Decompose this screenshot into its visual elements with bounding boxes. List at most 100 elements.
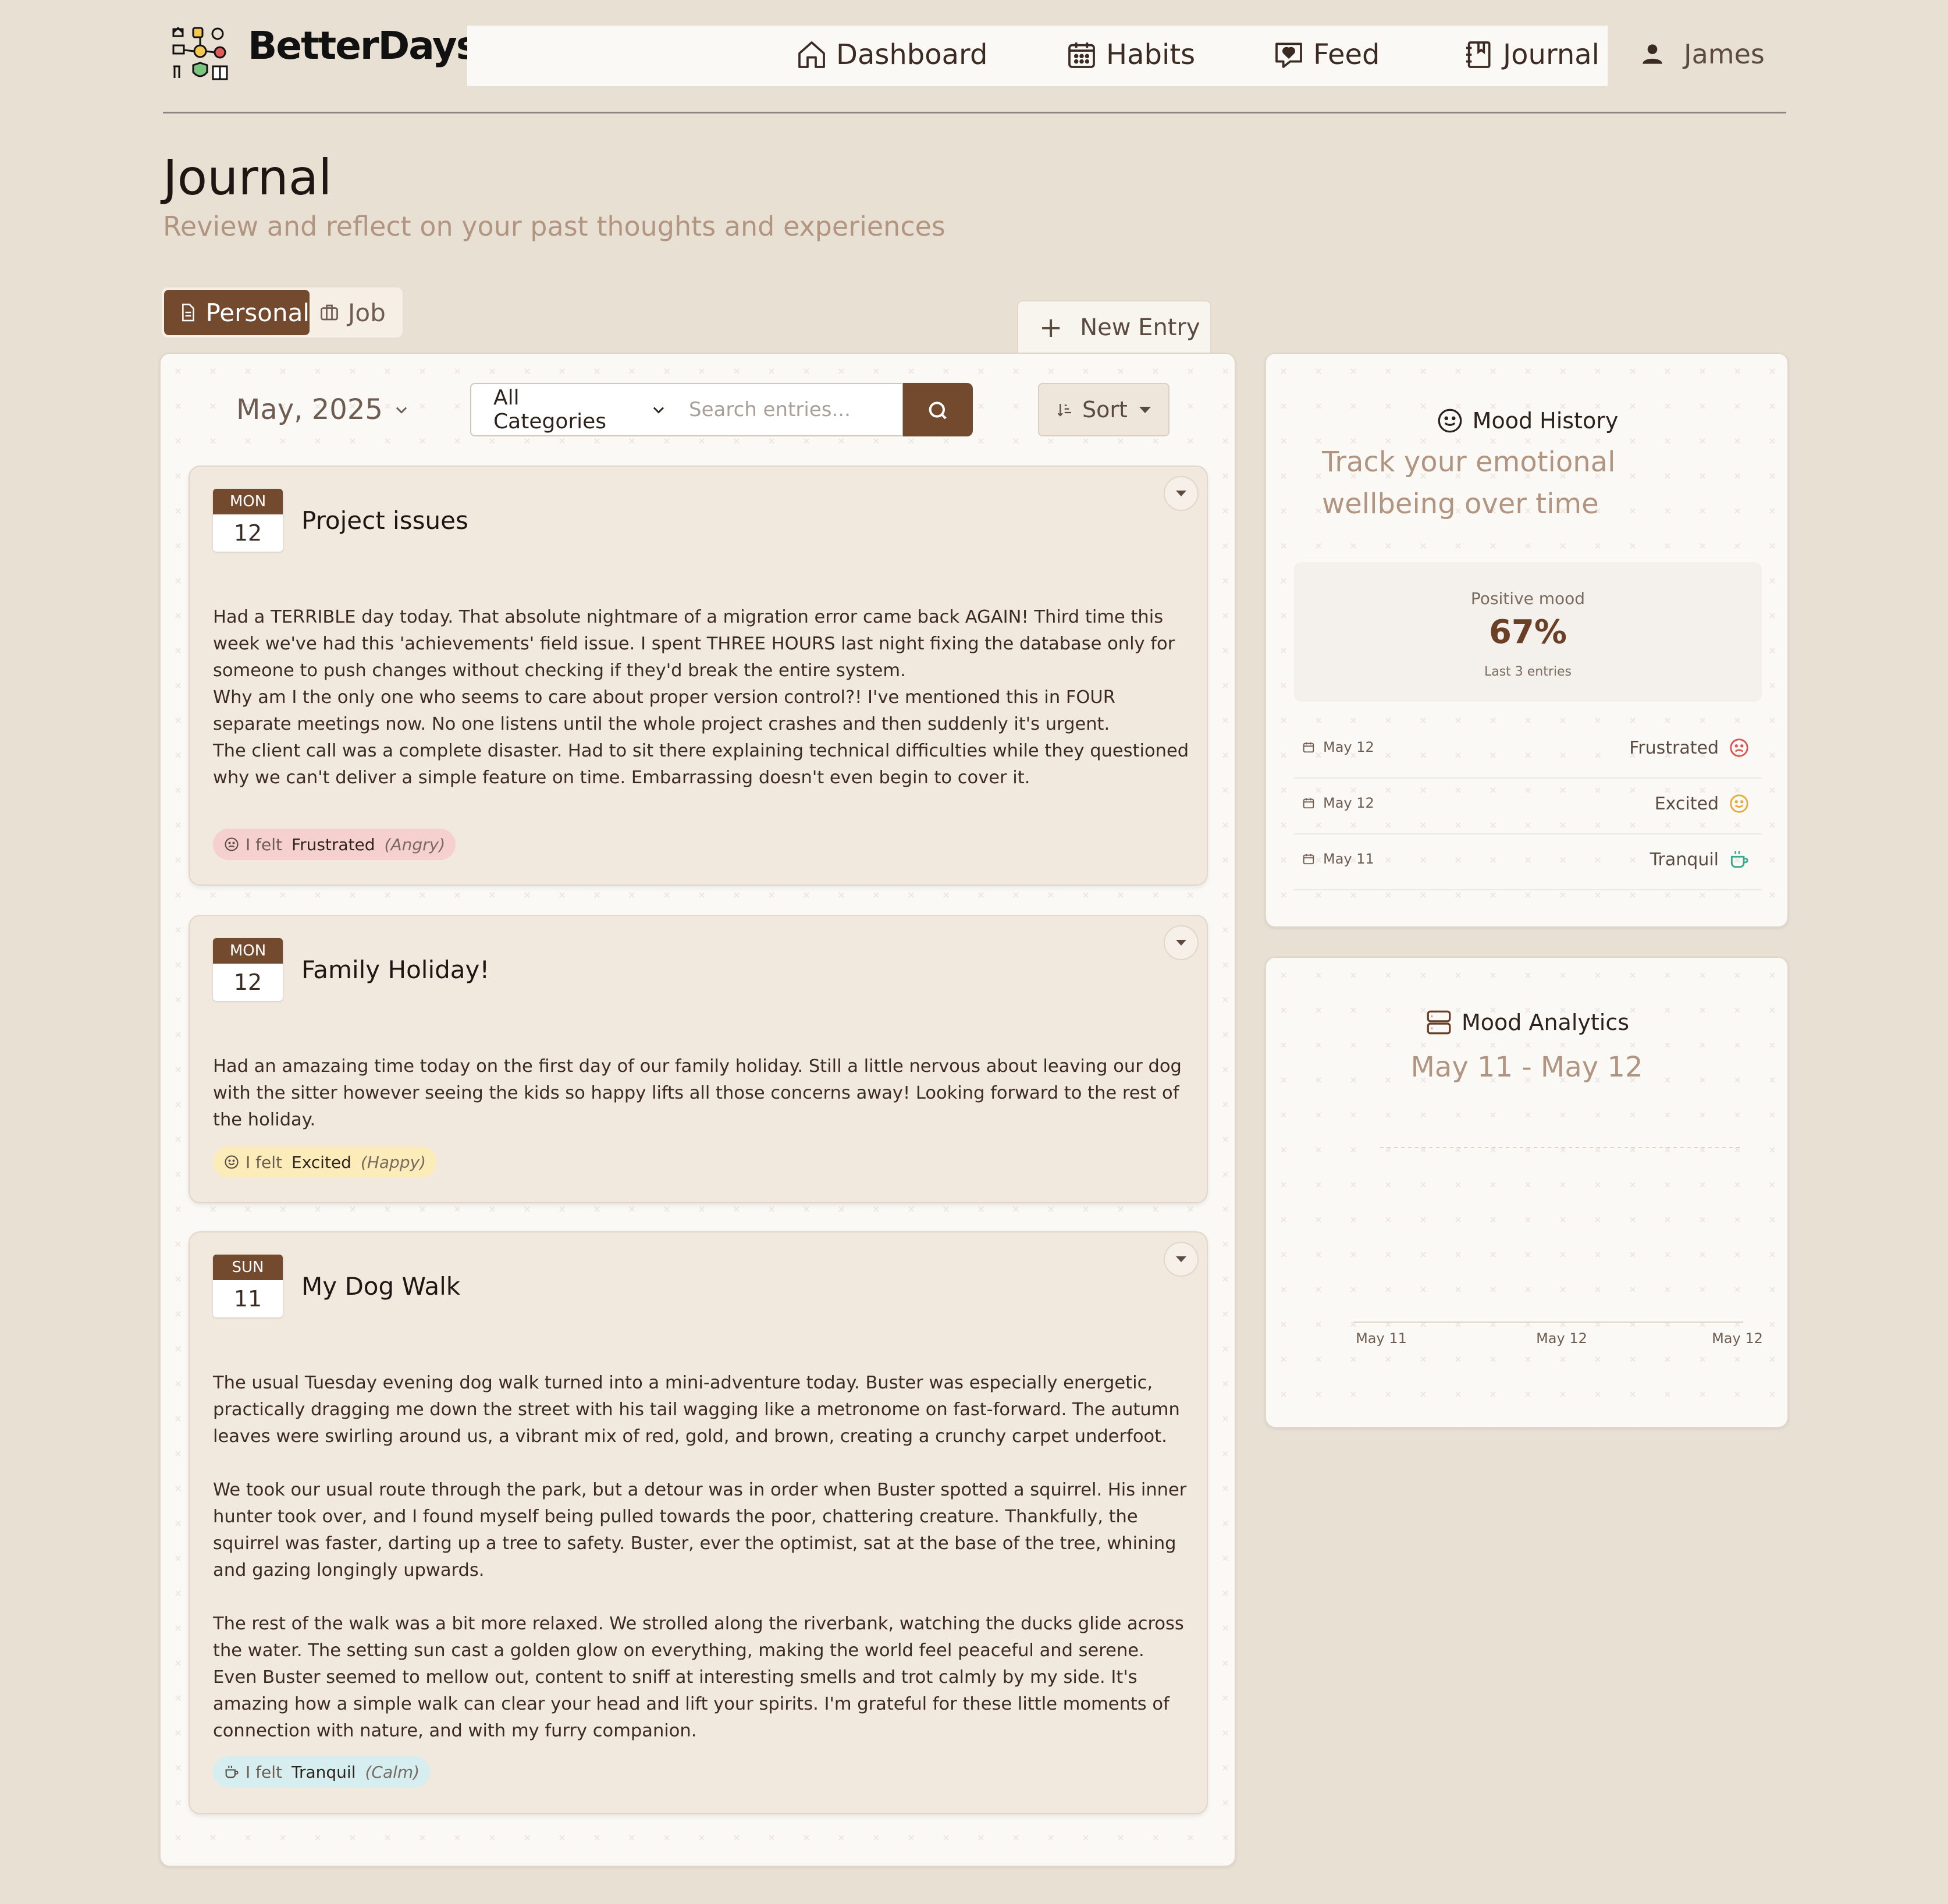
date-badge: MON 12	[213, 489, 283, 552]
row-date: May 12	[1302, 795, 1374, 811]
chevron-down-icon	[396, 407, 407, 414]
nav-journal[interactable]: Journal	[1462, 38, 1599, 71]
sort-button[interactable]: Sort	[1038, 383, 1169, 436]
row-date-label: May 12	[1323, 739, 1374, 755]
smile-icon	[1438, 408, 1462, 433]
entry-weekday: SUN	[213, 1255, 283, 1280]
emotion-label: Frustrated	[292, 834, 375, 854]
smile-icon	[225, 1155, 239, 1169]
tab-job[interactable]: Job	[319, 290, 386, 335]
smile-icon	[1730, 794, 1748, 813]
emotion-category: (Angry)	[384, 834, 446, 854]
emotion-category: (Calm)	[365, 1762, 420, 1782]
felt-label: I felt	[246, 1152, 282, 1172]
logo-icon[interactable]	[171, 26, 229, 84]
sort-label: Sort	[1082, 397, 1128, 422]
mood-history-card: Mood History Track your emotional wellbe…	[1265, 353, 1789, 928]
entry-title: Project issues	[301, 506, 468, 535]
calendar-icon	[1303, 798, 1314, 809]
user-menu[interactable]: James	[1641, 38, 1765, 70]
entry-body: Had a TERRIBLE day today. That absolute …	[213, 607, 1189, 788]
nav-feed[interactable]: Feed	[1272, 38, 1380, 71]
nav-habits[interactable]: Habits	[1065, 38, 1195, 71]
calendar-grid-icon	[1068, 42, 1095, 68]
entry-expand-button[interactable]	[1164, 476, 1199, 511]
journal-tabs: Personal Job	[162, 287, 403, 338]
mood-chip: I felt Tranquil (Calm)	[213, 1756, 431, 1788]
month-selector[interactable]: May, 2025	[236, 393, 410, 426]
felt-label: I felt	[246, 1762, 282, 1782]
entry-day: 12	[233, 520, 262, 546]
x-tick-label: May 11	[1356, 1330, 1407, 1347]
caret-down-icon	[1176, 940, 1186, 946]
frown-icon	[1730, 738, 1748, 757]
row-mood: Tranquil	[1650, 848, 1750, 871]
mood-history-row: May 12 Frustrated	[1294, 723, 1762, 779]
mood-history-row: May 12 Excited	[1294, 779, 1762, 834]
entry-title: Family Holiday!	[301, 955, 490, 984]
mood-history-title: Mood History	[1472, 408, 1619, 434]
journal-panel: May, 2025 All Categories Sort MON 12 Pro…	[159, 353, 1237, 1868]
page-subtitle: Review and reflect on your past thoughts…	[163, 211, 945, 242]
journal-entry[interactable]: MON 12 Family Holiday! Had an amazaing t…	[189, 915, 1208, 1203]
sort-icon	[1057, 404, 1071, 417]
category-select[interactable]: All Categories	[470, 383, 668, 436]
user-name: James	[1684, 38, 1765, 70]
tab-personal[interactable]: Personal	[164, 290, 310, 335]
nav-feed-label: Feed	[1313, 38, 1380, 71]
month-label: May, 2025	[236, 393, 383, 426]
briefcase-icon	[321, 304, 338, 321]
date-badge: SUN 11	[213, 1255, 283, 1317]
row-mood-label: Tranquil	[1650, 849, 1719, 870]
row-mood: Excited	[1655, 793, 1750, 815]
journal-entry[interactable]: MON 12 Project issues Had a TERRIBLE day…	[189, 466, 1208, 886]
entry-day: 12	[233, 969, 262, 995]
emotion-label: Tranquil	[292, 1762, 356, 1782]
calendar-icon	[1303, 742, 1314, 753]
frown-icon	[225, 837, 239, 851]
caret-down-icon	[1176, 1256, 1186, 1262]
search-icon	[929, 402, 947, 420]
cup-icon	[1730, 851, 1748, 868]
entry-body: Had an amazaing time today on the first …	[213, 1056, 1182, 1130]
row-mood: Frustrated	[1629, 737, 1750, 759]
emotion-label: Excited	[292, 1152, 351, 1172]
caret-down-icon	[1139, 406, 1151, 413]
new-entry-button[interactable]: + New Entry	[1017, 300, 1211, 354]
journal-toolbar: May, 2025 All Categories Sort	[161, 354, 1235, 453]
cup-icon	[225, 1766, 239, 1778]
search-button[interactable]	[903, 383, 973, 436]
mood-analytics-card: Mood Analytics May 11 - May 12 May 11 Ma…	[1265, 957, 1789, 1428]
nav-dashboard[interactable]: Dashboard	[795, 38, 987, 71]
tab-personal-label: Personal	[205, 298, 310, 327]
home-icon	[798, 41, 825, 68]
row-date: May 12	[1302, 739, 1374, 755]
user-icon	[1643, 44, 1662, 64]
entry-day: 11	[233, 1286, 262, 1312]
entry-expand-button[interactable]	[1164, 925, 1199, 960]
calendar-icon	[1303, 854, 1314, 865]
row-date: May 11	[1302, 851, 1374, 867]
mood-analytics-chart: May 11 May 12 May 12	[1353, 1147, 1763, 1347]
date-badge: MON 12	[213, 938, 283, 1001]
row-date-label: May 12	[1323, 795, 1374, 811]
app-header: BetterDays Dashboard Habits Feed Journal…	[163, 0, 1786, 113]
tab-job-label: Job	[348, 298, 386, 327]
nav-dashboard-label: Dashboard	[836, 38, 988, 71]
mood-history-header: Mood History	[1266, 406, 1787, 435]
heart-message-icon	[1275, 42, 1302, 68]
mood-history-row: May 11 Tranquil	[1294, 834, 1762, 890]
entry-expand-button[interactable]	[1164, 1242, 1199, 1277]
entries-count-label: Last 3 entries	[1484, 665, 1572, 679]
brand-name[interactable]: BetterDays	[248, 23, 479, 68]
entry-weekday: MON	[213, 938, 283, 964]
search-input[interactable]	[667, 383, 903, 436]
entry-weekday: MON	[213, 489, 283, 514]
x-tick-label: May 12	[1536, 1330, 1587, 1347]
journal-entry[interactable]: SUN 11 My Dog Walk The usual Tuesday eve…	[189, 1231, 1208, 1814]
row-mood-label: Frustrated	[1629, 737, 1719, 758]
entry-title: My Dog Walk	[301, 1272, 461, 1301]
x-tick-label: May 12	[1712, 1330, 1763, 1347]
entry-body: The usual Tuesday evening dog walk turne…	[213, 1373, 1187, 1741]
chevron-down-icon	[653, 407, 664, 414]
